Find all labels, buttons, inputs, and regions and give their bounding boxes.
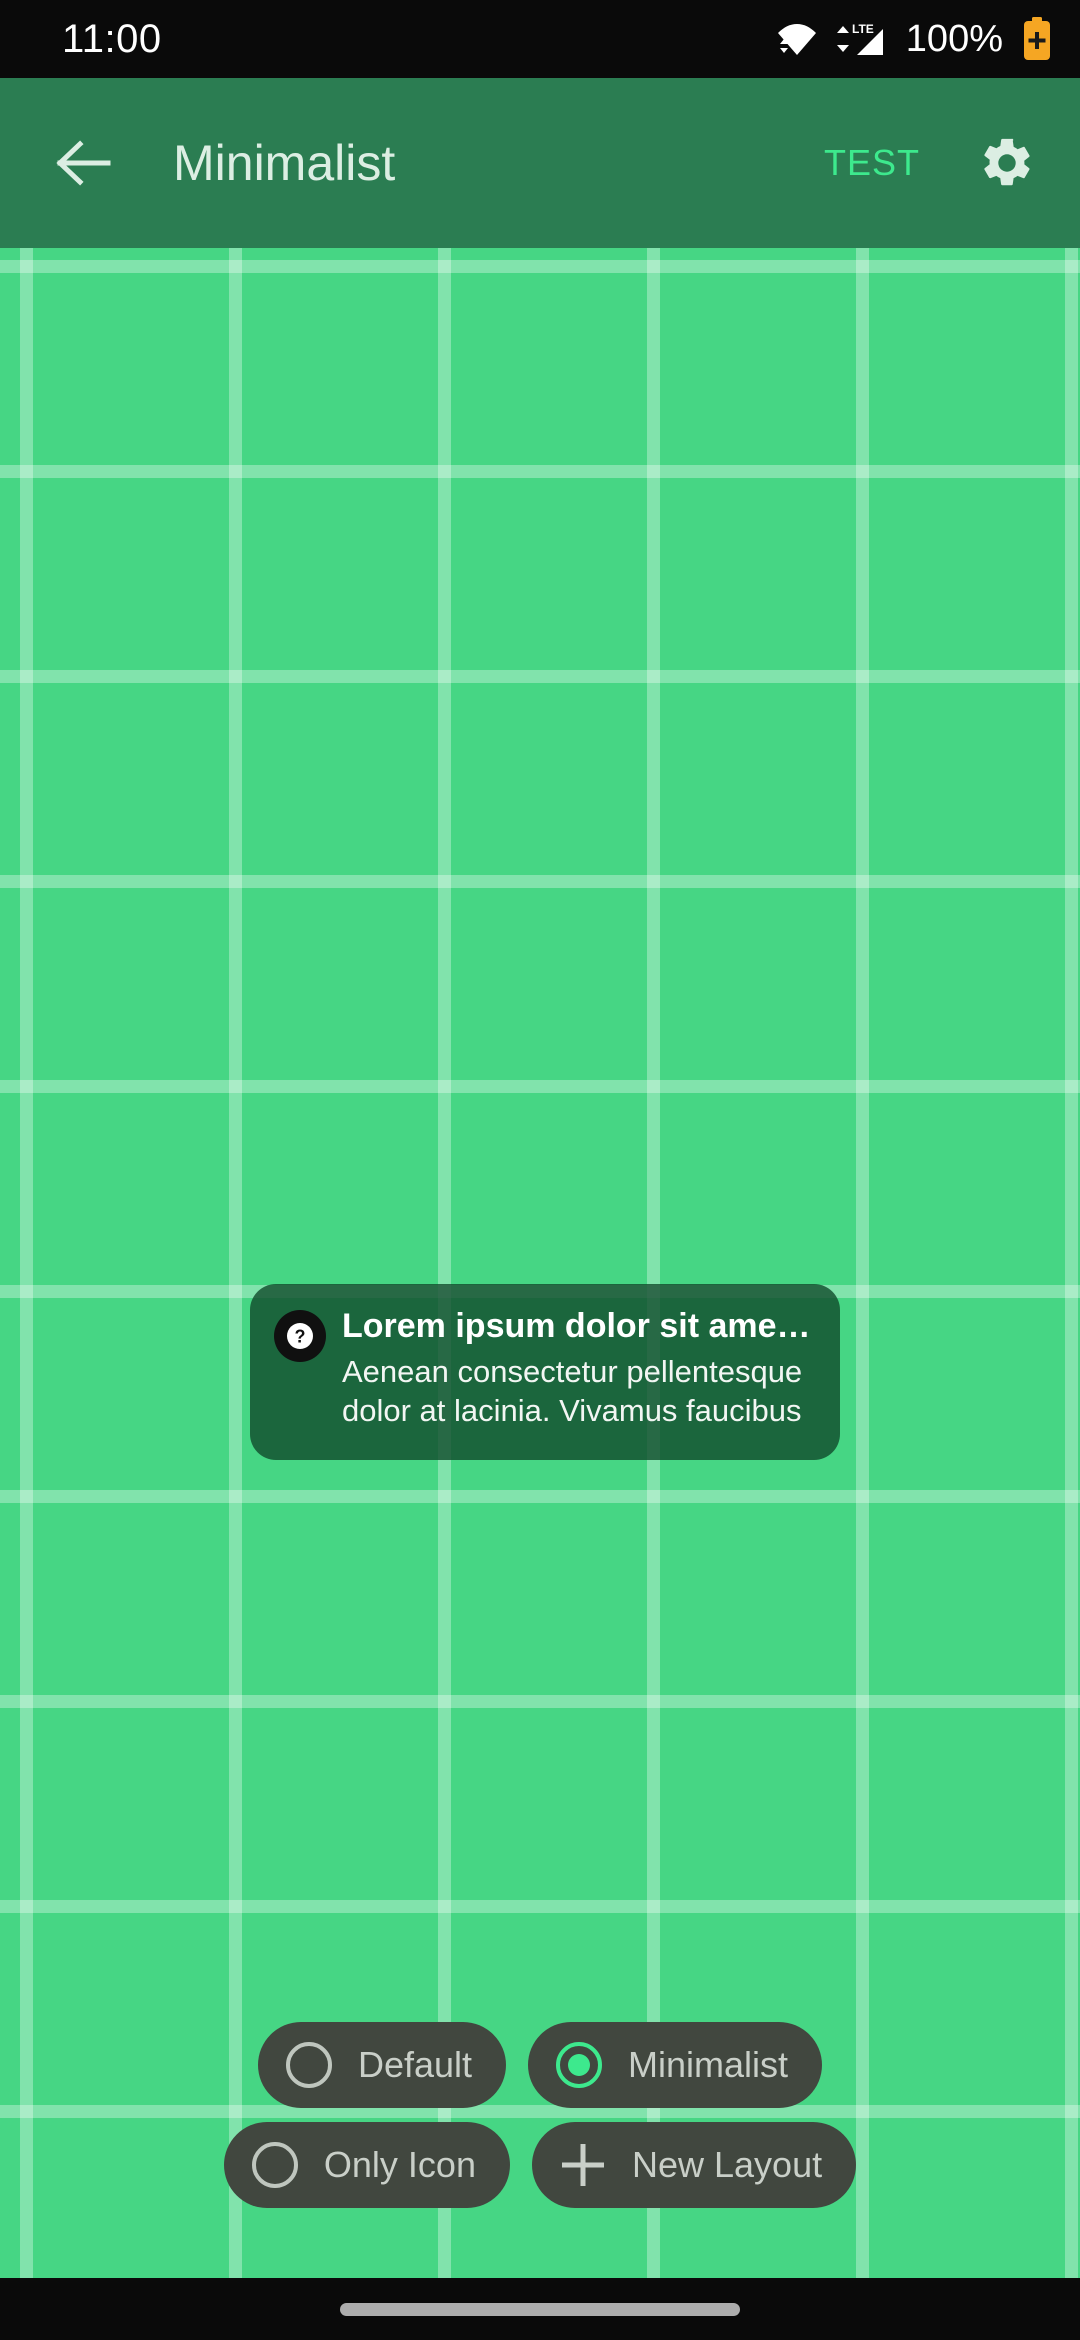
status-bar-icons: LTE 100% xyxy=(776,17,1052,61)
layout-chip-label: New Layout xyxy=(631,2144,823,2185)
layout-chip-row-2: Only Icon New Layout xyxy=(223,2122,857,2208)
tooltip-text-group: Lorem ipsum dolor sit amet dolo… Aenean … xyxy=(342,1306,814,1434)
battery-saver-icon xyxy=(1024,17,1050,60)
help-circle-icon: ? xyxy=(274,1310,326,1362)
page-title: Minimalist xyxy=(173,135,396,191)
status-bar-clock: 11:00 xyxy=(62,16,162,61)
info-tooltip-card[interactable]: ? Lorem ipsum dolor sit amet dolo… Aenea… xyxy=(250,1284,840,1461)
wifi-icon xyxy=(777,24,816,55)
back-button[interactable] xyxy=(42,121,126,205)
layout-chip-label: Only Icon xyxy=(323,2144,476,2185)
radio-selected-icon xyxy=(556,2042,603,2088)
tooltip-body: Aenean consectetur pellentesque dolor at… xyxy=(342,1354,803,1434)
plus-icon xyxy=(560,2142,606,2188)
gesture-handle[interactable] xyxy=(340,2302,740,2316)
layout-chip-only-icon[interactable]: Only Icon xyxy=(223,2122,510,2208)
layout-chip-label: Default xyxy=(357,2044,473,2085)
test-action-button[interactable]: TEST xyxy=(806,128,938,198)
system-navigation-bar xyxy=(0,2278,1080,2340)
status-bar: 11:00 LTE 100% xyxy=(0,0,1080,78)
svg-text:?: ? xyxy=(295,1327,306,1347)
tooltip-title: Lorem ipsum dolor sit amet dolo… xyxy=(342,1307,814,1345)
layout-chip-row-1: Default Minimalist xyxy=(257,2022,823,2108)
radio-unselected-icon xyxy=(251,2142,298,2188)
layout-selector-group: Default Minimalist Only Icon New Layout xyxy=(0,2022,1080,2208)
layout-chip-new-layout[interactable]: New Layout xyxy=(531,2122,857,2208)
settings-button[interactable] xyxy=(964,120,1050,206)
gear-icon xyxy=(984,138,1030,186)
grid-overlay xyxy=(0,248,1080,2278)
phone-screen: 11:00 LTE 100% Minimalist TEST ? Lorem i… xyxy=(0,0,1080,2340)
layout-chip-default[interactable]: Default xyxy=(257,2022,507,2108)
back-arrow-icon xyxy=(56,140,111,186)
lte-signal-icon: LTE xyxy=(836,22,883,55)
app-bar: Minimalist TEST xyxy=(0,78,1080,248)
svg-text:LTE: LTE xyxy=(852,22,874,36)
layout-chip-label: Minimalist xyxy=(628,2044,789,2085)
layout-preview-canvas: ? Lorem ipsum dolor sit amet dolo… Aenea… xyxy=(0,248,1080,2278)
radio-unselected-icon xyxy=(285,2042,332,2088)
layout-chip-minimalist[interactable]: Minimalist xyxy=(528,2022,823,2108)
battery-percentage-label: 100% xyxy=(905,17,1003,60)
